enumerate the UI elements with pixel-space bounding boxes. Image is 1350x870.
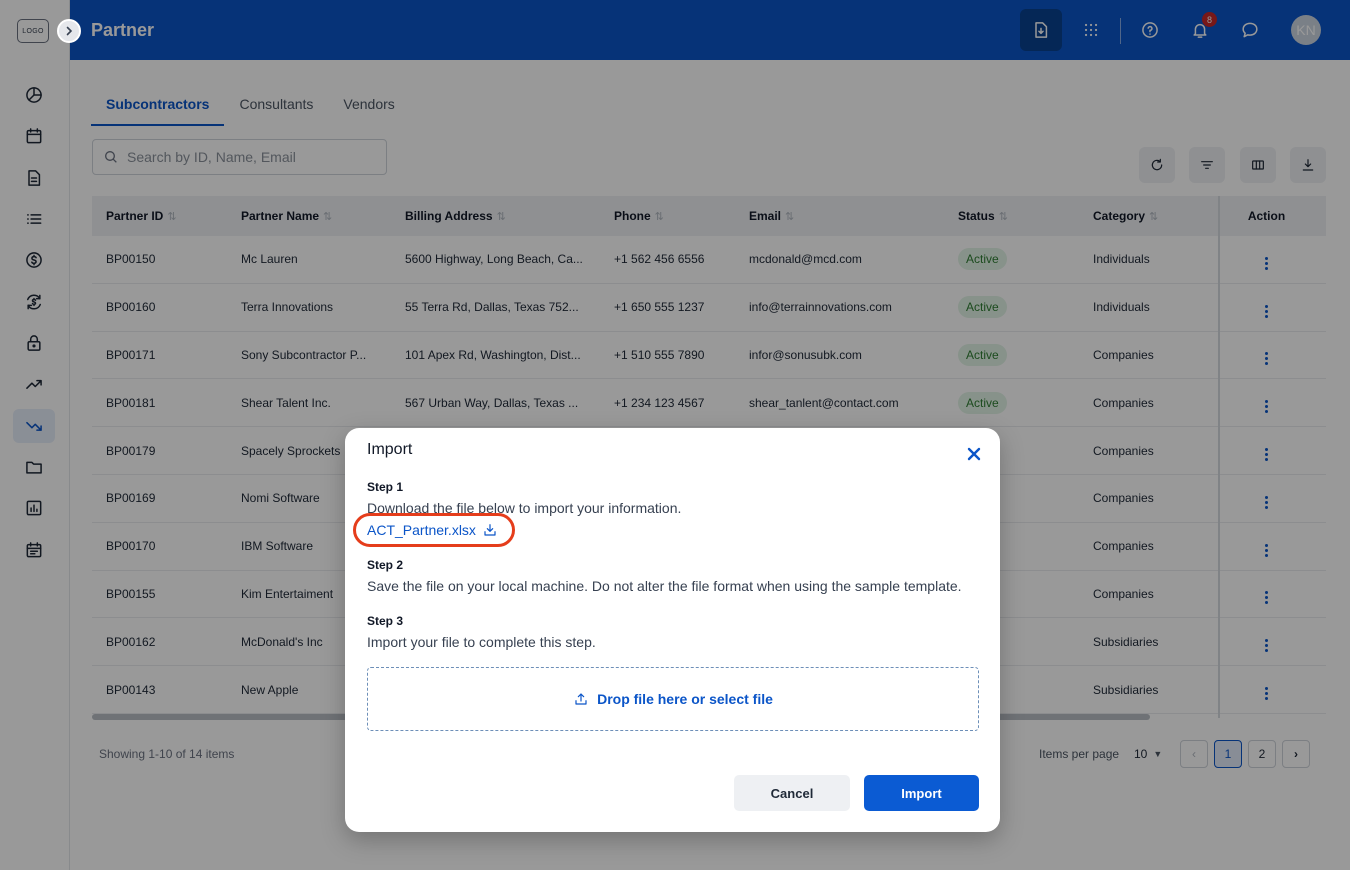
close-icon xyxy=(967,447,981,461)
step-2-text: Save the file on your local machine. Do … xyxy=(367,578,962,594)
import-dialog: Import Step 1 Download the file below to… xyxy=(345,428,1000,832)
dropzone-label: Drop file here or select file xyxy=(597,691,773,707)
file-dropzone[interactable]: Drop file here or select file xyxy=(367,667,979,731)
step-2-heading: Step 2 xyxy=(367,558,404,572)
step-3-heading: Step 3 xyxy=(367,614,404,628)
template-download-link[interactable]: ACT_Partner.xlsx xyxy=(367,522,498,538)
download-icon xyxy=(484,524,496,536)
chevron-right-icon xyxy=(66,26,73,36)
sidebar-expand-button[interactable] xyxy=(57,19,81,43)
cancel-button[interactable]: Cancel xyxy=(734,775,850,811)
step-3-text: Import your file to complete this step. xyxy=(367,634,596,650)
dialog-title: Import xyxy=(367,441,413,458)
step-1-heading: Step 1 xyxy=(367,480,404,494)
import-button[interactable]: Import xyxy=(864,775,979,811)
template-file-name: ACT_Partner.xlsx xyxy=(367,522,476,538)
close-dialog-button[interactable] xyxy=(965,445,983,463)
upload-icon xyxy=(575,693,587,705)
